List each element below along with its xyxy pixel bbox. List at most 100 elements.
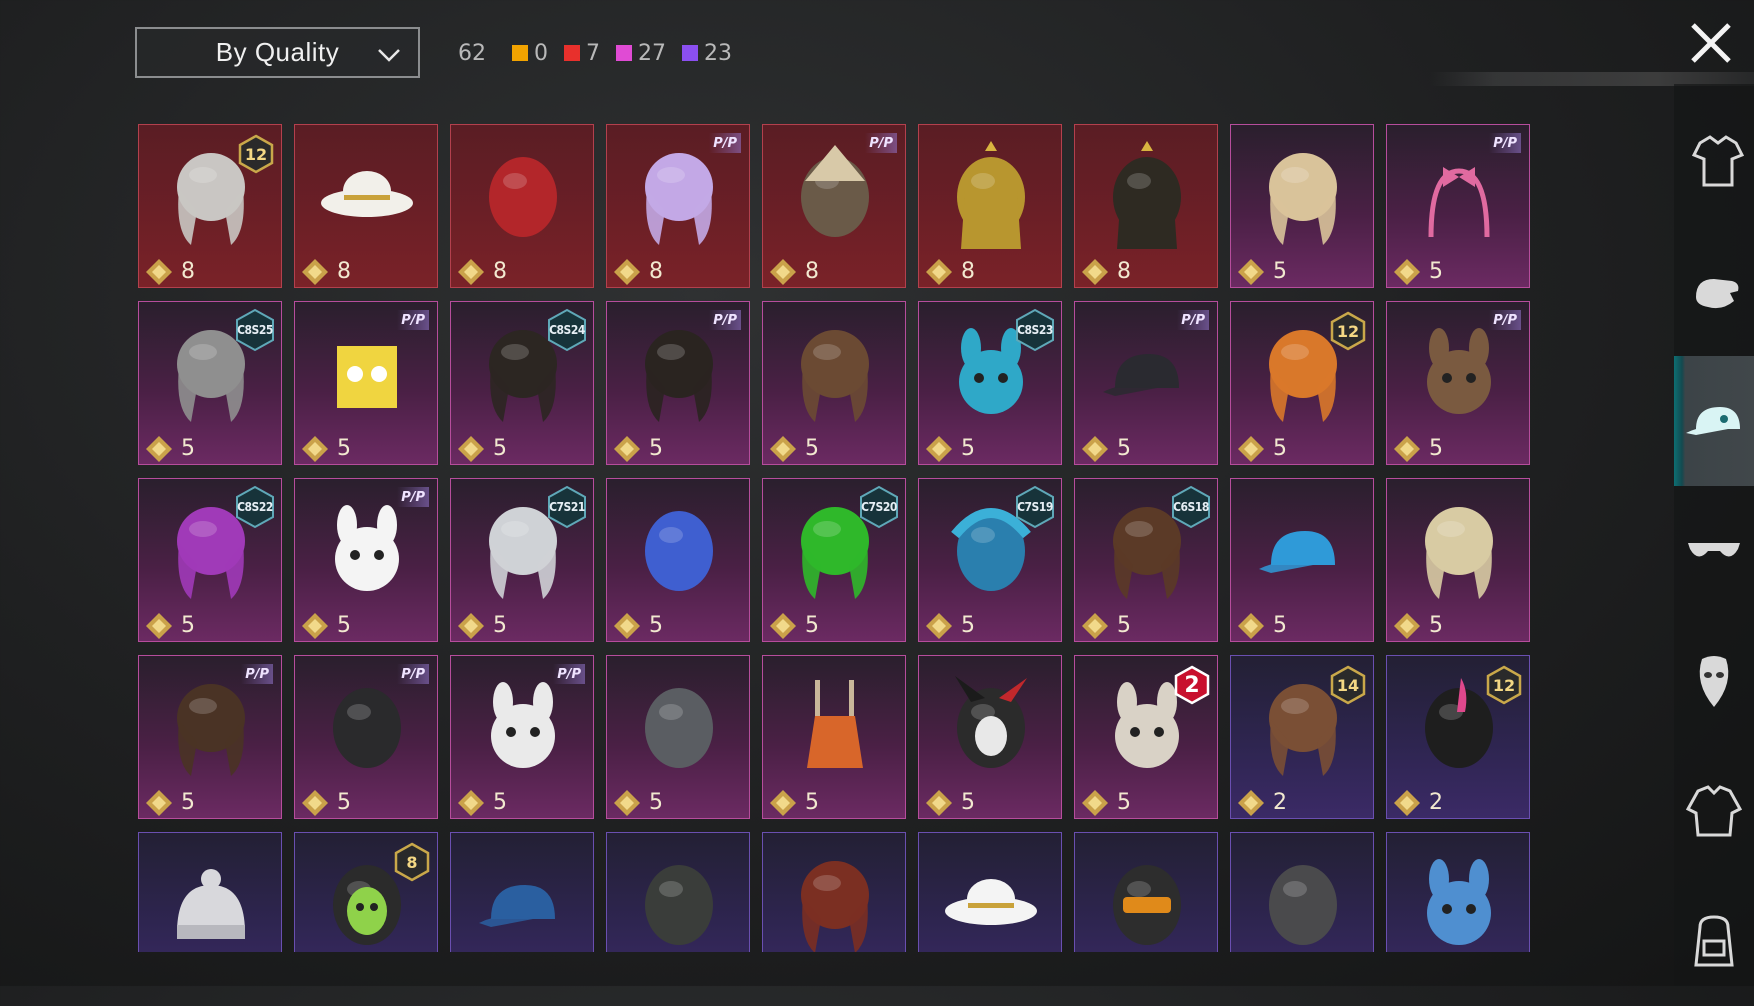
category-tab-mask[interactable] xyxy=(1674,616,1754,746)
item-cost: 5 xyxy=(337,790,351,815)
diamond-currency-icon xyxy=(925,258,953,286)
item-cost: 2 xyxy=(1429,790,1443,815)
item-card[interactable]: 25 xyxy=(1074,655,1218,819)
item-card[interactable]: 12 5 xyxy=(1230,301,1374,465)
badge-text: P/P xyxy=(401,489,425,505)
cap-sunglasses-icon xyxy=(1097,318,1197,436)
badge-text: 12 xyxy=(1336,321,1360,341)
quality-count-legendary: 0 xyxy=(512,41,548,66)
item-card[interactable]: 8 xyxy=(294,832,438,952)
item-card[interactable]: 12 2 xyxy=(1386,655,1530,819)
item-card[interactable]: P/P 8 xyxy=(606,124,750,288)
badge-text: 12 xyxy=(244,144,268,164)
cap-icon xyxy=(1686,407,1740,435)
item-card[interactable]: 5 xyxy=(606,478,750,642)
level-badge: 14 xyxy=(1330,665,1366,705)
item-card[interactable]: 5 xyxy=(918,655,1062,819)
item-card[interactable]: C8S25 5 xyxy=(138,301,282,465)
badge-text: C8S22 xyxy=(237,500,273,514)
total-count: 62 xyxy=(458,40,486,66)
item-card[interactable]: P/P 5 xyxy=(1386,124,1530,288)
category-tab-outfit[interactable] xyxy=(1674,96,1754,226)
item-card[interactable]: 5 xyxy=(1230,124,1374,288)
item-card[interactable]: 5 xyxy=(606,655,750,819)
diamond-currency-icon xyxy=(1081,612,1109,640)
category-sidebar xyxy=(1674,84,1754,986)
item-card[interactable]: 5 xyxy=(1230,478,1374,642)
pass-badge: P/P xyxy=(397,487,429,507)
category-tab-backpack[interactable] xyxy=(1674,876,1754,1006)
diamond-currency-icon xyxy=(145,789,173,817)
diamond-currency-icon xyxy=(769,612,797,640)
item-cost: 5 xyxy=(493,790,507,815)
jacket-icon xyxy=(1685,785,1743,837)
badge-text: P/P xyxy=(713,312,737,328)
item-card[interactable] xyxy=(1386,832,1530,952)
item-card[interactable]: P/P 5 xyxy=(294,301,438,465)
item-card[interactable]: C7S20 5 xyxy=(762,478,906,642)
item-card[interactable]: P/P 5 xyxy=(1386,301,1530,465)
item-grid: 12 8 8 8 P/P 8 P/P 8 8 8 5 P/P 5 C8S25 5… xyxy=(138,124,1532,952)
item-card[interactable] xyxy=(918,832,1062,952)
diamond-currency-icon xyxy=(145,258,173,286)
item-card[interactable]: 5 xyxy=(1386,478,1530,642)
item-card[interactable]: C8S23 5 xyxy=(918,301,1062,465)
item-card[interactable]: C6S18 5 xyxy=(1074,478,1218,642)
season-badge: C6S18 xyxy=(1169,485,1213,529)
sort-dropdown[interactable]: By Quality xyxy=(135,27,420,78)
badge-text: C8S24 xyxy=(549,323,585,337)
black-mask-icon xyxy=(1253,849,1353,952)
item-card[interactable]: C8S22 5 xyxy=(138,478,282,642)
item-card[interactable]: C7S19 5 xyxy=(918,478,1062,642)
diamond-currency-icon xyxy=(613,435,641,463)
lavender-hair-icon xyxy=(629,141,729,259)
quality-count-value: 0 xyxy=(534,40,548,66)
close-icon[interactable] xyxy=(1686,18,1736,68)
item-card[interactable]: P/P 8 xyxy=(762,124,906,288)
category-tab-cap[interactable] xyxy=(1674,356,1754,486)
item-card[interactable]: 5 xyxy=(762,301,906,465)
item-card[interactable]: C8S24 5 xyxy=(450,301,594,465)
item-card[interactable]: 8 xyxy=(918,124,1062,288)
baseball-cap-icon xyxy=(473,849,573,952)
category-tab-sunglasses[interactable] xyxy=(1674,486,1754,616)
item-card[interactable]: P/P 5 xyxy=(606,301,750,465)
item-card[interactable] xyxy=(1074,832,1218,952)
gray-helmet-icon xyxy=(629,672,729,790)
category-tab-jacket[interactable] xyxy=(1674,746,1754,876)
item-card[interactable] xyxy=(762,832,906,952)
category-tab-glove[interactable] xyxy=(1674,226,1754,356)
item-card[interactable]: P/P 5 xyxy=(138,655,282,819)
item-card[interactable] xyxy=(606,832,750,952)
item-card[interactable]: P/P 5 xyxy=(450,655,594,819)
item-card[interactable]: P/P 5 xyxy=(294,655,438,819)
item-card[interactable]: 12 8 xyxy=(138,124,282,288)
item-card[interactable]: 8 xyxy=(450,124,594,288)
pass-badge: P/P xyxy=(1489,133,1521,153)
item-cost: 5 xyxy=(1273,436,1287,461)
level-badge: 12 xyxy=(238,134,274,174)
item-card[interactable]: P/P 5 xyxy=(1074,301,1218,465)
item-cost: 5 xyxy=(805,436,819,461)
quality-swatch xyxy=(616,45,632,61)
item-card[interactable]: 8 xyxy=(294,124,438,288)
pass-badge: P/P xyxy=(241,664,273,684)
badge-text: P/P xyxy=(1181,312,1205,328)
season-badge: C8S24 xyxy=(545,308,589,352)
item-card[interactable]: 8 xyxy=(1074,124,1218,288)
item-card[interactable]: P/P 5 xyxy=(294,478,438,642)
item-card[interactable]: 5 xyxy=(762,655,906,819)
blue-cat-cap-icon xyxy=(1253,495,1353,613)
level-badge: 12 xyxy=(1330,311,1366,351)
item-card[interactable]: 14 2 xyxy=(1230,655,1374,819)
diamond-currency-icon xyxy=(145,612,173,640)
item-card[interactable] xyxy=(138,832,282,952)
item-card[interactable] xyxy=(1230,832,1374,952)
diamond-currency-icon xyxy=(457,435,485,463)
quality-counts: 62 0 7 27 23 xyxy=(458,38,748,68)
item-card[interactable]: C7S21 5 xyxy=(450,478,594,642)
diamond-currency-icon xyxy=(613,612,641,640)
item-card[interactable] xyxy=(450,832,594,952)
badge-text: P/P xyxy=(557,666,581,682)
pass-badge: P/P xyxy=(397,310,429,330)
